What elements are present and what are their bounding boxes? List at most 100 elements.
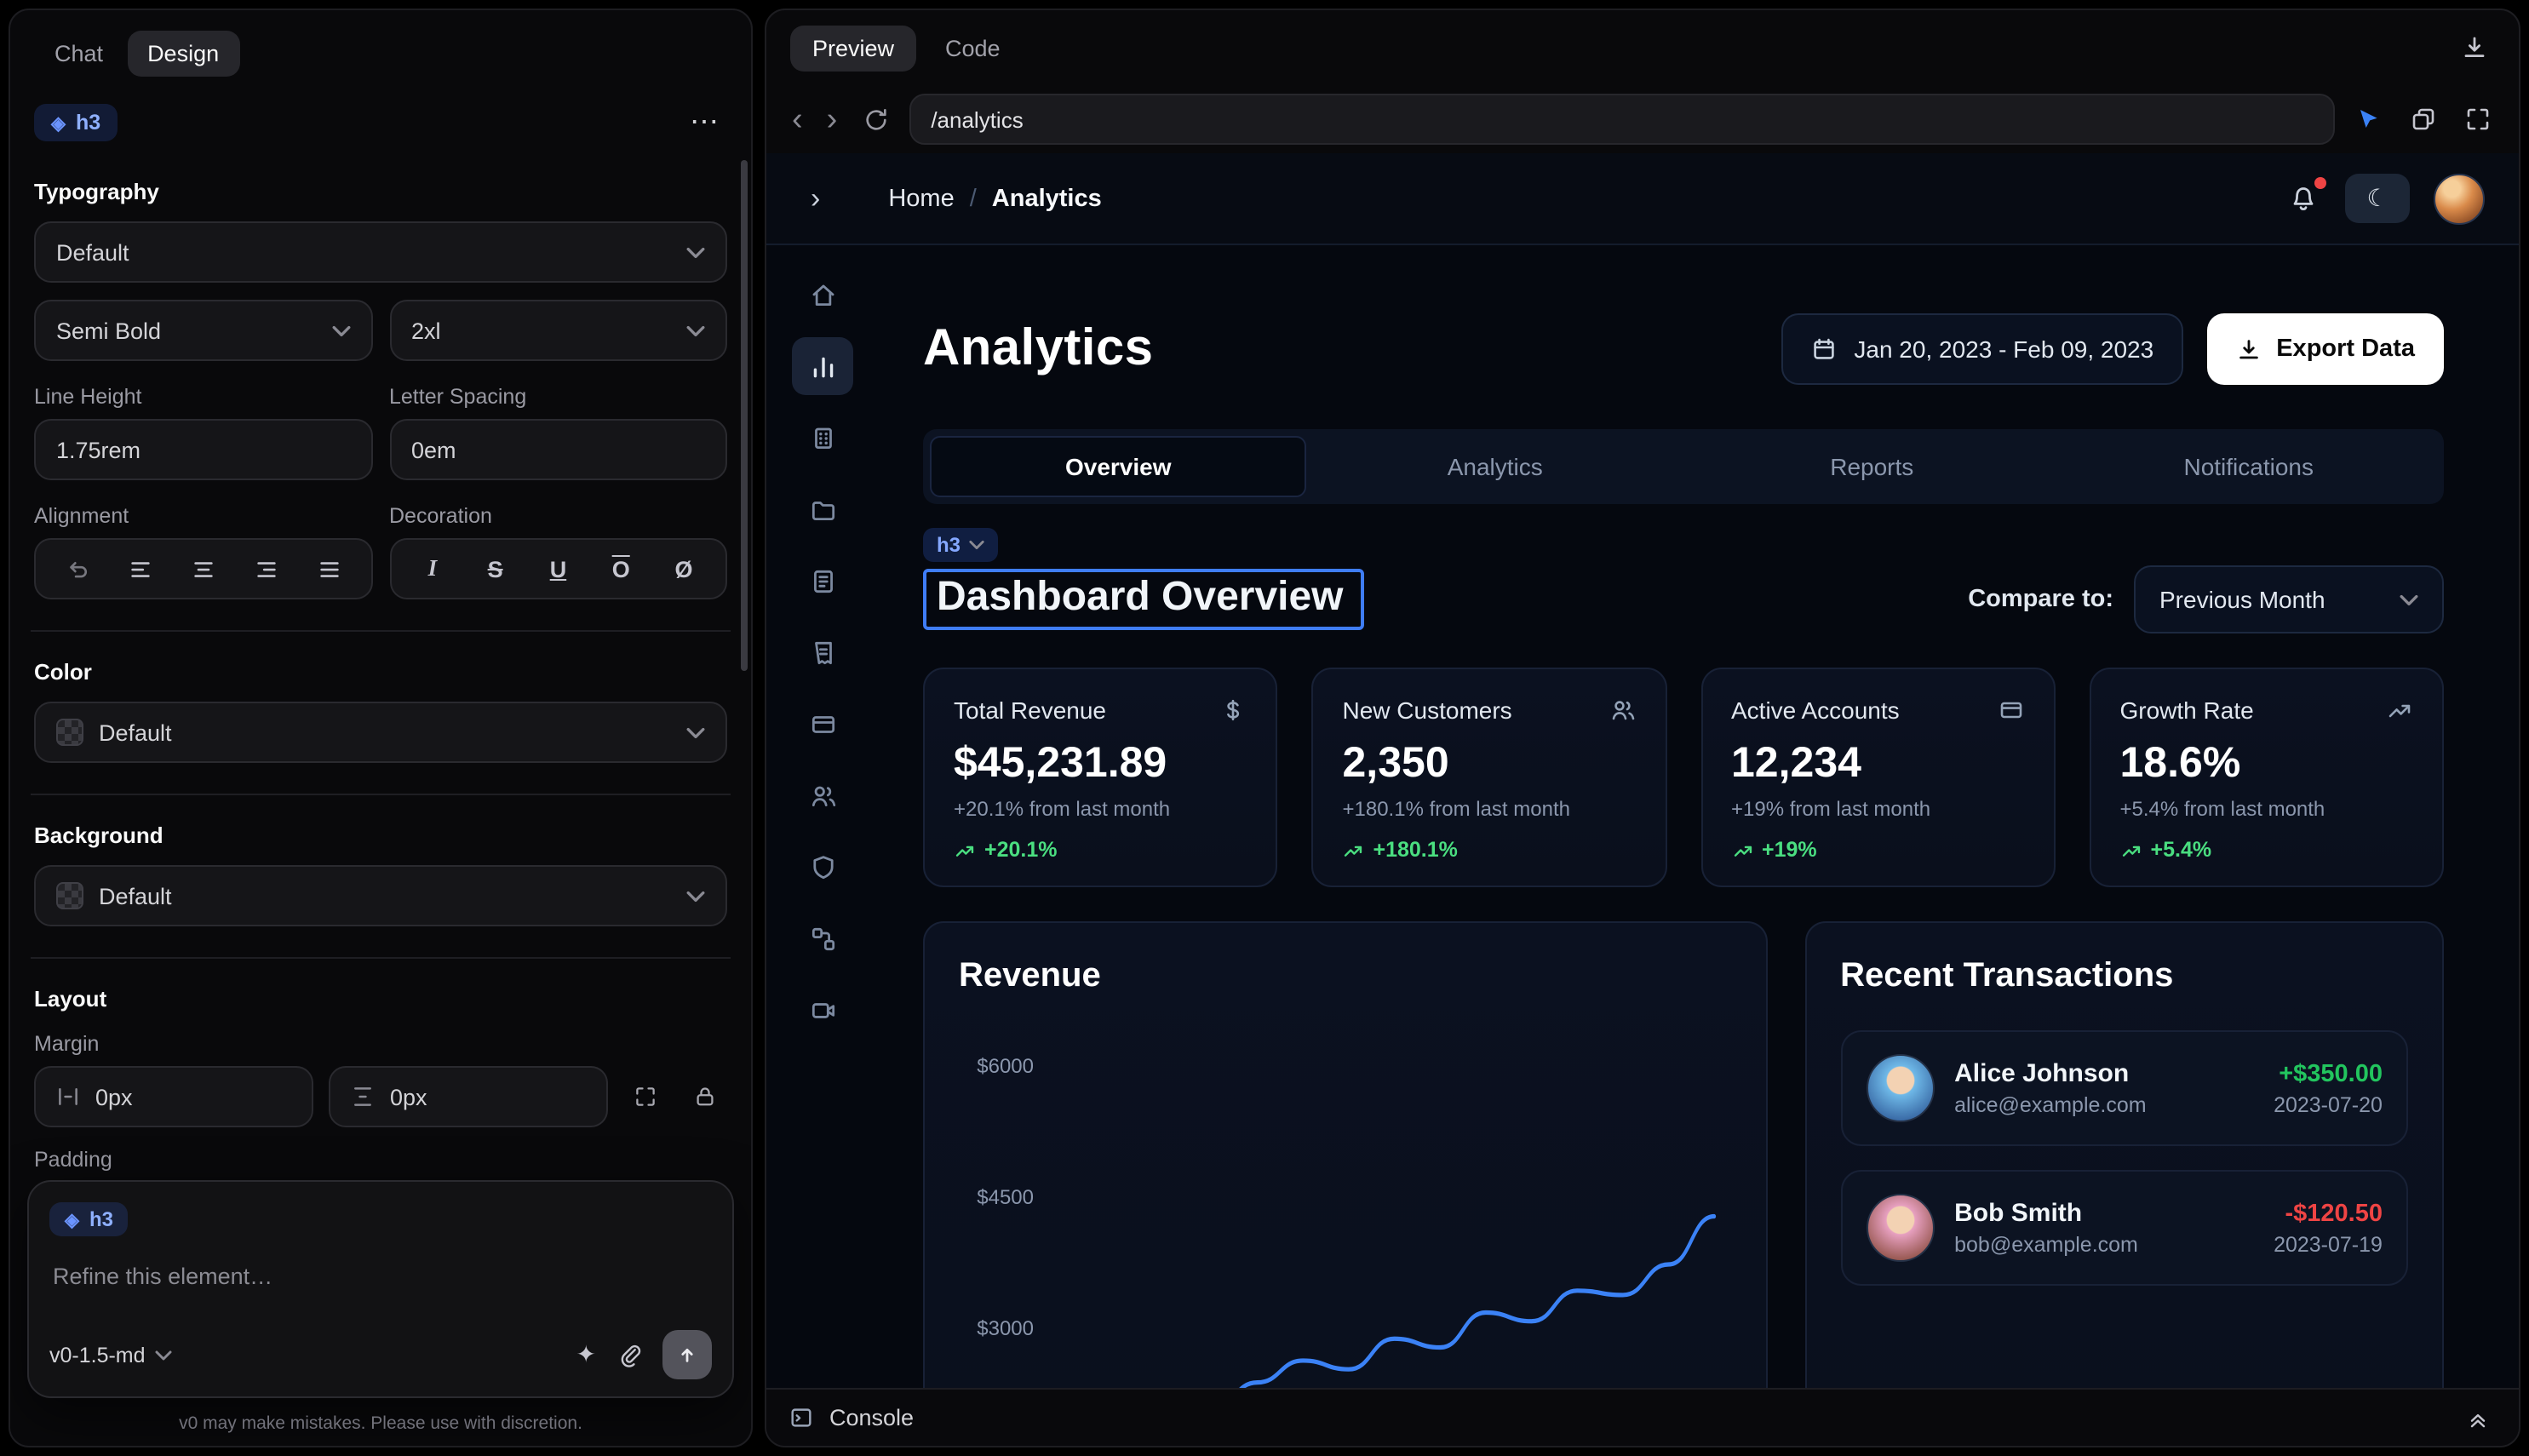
- background-select[interactable]: Default: [34, 865, 727, 926]
- font-family-select[interactable]: Default: [34, 221, 727, 283]
- bar-chart-icon: [808, 352, 837, 381]
- padding-label: Padding: [34, 1148, 727, 1172]
- more-options-button[interactable]: ⋯: [683, 106, 727, 140]
- tab-chat[interactable]: Chat: [34, 31, 123, 77]
- align-right-icon: [253, 556, 278, 582]
- sidebar-item-video[interactable]: [792, 981, 853, 1039]
- composer-element-badge[interactable]: ◈ h3: [49, 1202, 129, 1236]
- breadcrumb-home[interactable]: Home: [888, 185, 954, 212]
- underline-button[interactable]: U: [532, 545, 583, 593]
- url-input[interactable]: /analytics: [909, 94, 2335, 145]
- model-select[interactable]: v0-1.5-md: [49, 1343, 173, 1367]
- sidebar-item-members[interactable]: [792, 766, 853, 824]
- refresh-button[interactable]: [856, 100, 895, 139]
- margin-expand-button[interactable]: [623, 1068, 668, 1126]
- stat-delta-value: +19%: [1762, 838, 1817, 862]
- underline-icon: U: [550, 556, 567, 582]
- divider: [31, 794, 731, 795]
- margin-lock-button[interactable]: [683, 1068, 727, 1126]
- tab-code[interactable]: Code: [923, 25, 1023, 71]
- sidebar-item-projects[interactable]: [792, 480, 853, 538]
- align-left-button[interactable]: [115, 545, 166, 593]
- tab-notifications[interactable]: Notifications: [2061, 436, 2438, 497]
- sidebar-item-security[interactable]: [792, 838, 853, 896]
- transaction-date: 2023-07-20: [2274, 1092, 2383, 1116]
- forward-button[interactable]: ›: [822, 103, 843, 135]
- attach-file-button[interactable]: [616, 1342, 642, 1367]
- console-expand-button[interactable]: [2459, 1399, 2497, 1436]
- transactions-title: Recent Transactions: [1840, 957, 2408, 996]
- font-size-select[interactable]: 2xl: [389, 300, 727, 361]
- inspected-element-badge[interactable]: h3: [923, 528, 998, 562]
- selected-element-outline[interactable]: Dashboard Overview: [923, 569, 1364, 630]
- sidebar-toggle-button[interactable]: ›: [800, 181, 830, 215]
- download-button[interactable]: [2454, 27, 2495, 68]
- align-center-button[interactable]: [177, 545, 228, 593]
- tab-preview[interactable]: Preview: [790, 25, 916, 71]
- stat-value: 2,350: [1343, 739, 1637, 788]
- selected-element-badge[interactable]: ◈ h3: [34, 104, 118, 141]
- date-range-picker[interactable]: Jan 20, 2023 - Feb 09, 2023: [1781, 313, 2182, 385]
- enhance-prompt-button[interactable]: ✦: [576, 1340, 596, 1369]
- align-left-icon: [128, 556, 153, 582]
- revenue-line-svg: [1064, 1040, 1724, 1388]
- y-tick-label: $6000: [959, 1054, 1034, 1078]
- export-data-button[interactable]: Export Data: [2206, 313, 2444, 385]
- duplicate-button[interactable]: [2403, 99, 2444, 140]
- letter-spacing-input[interactable]: 0em: [389, 419, 727, 480]
- sidebar-item-payments[interactable]: [792, 695, 853, 753]
- sidebar-item-analytics[interactable]: [792, 337, 853, 395]
- align-right-button[interactable]: [240, 545, 291, 593]
- transaction-row[interactable]: Bob Smith bob@example.com -$120.50 2023-…: [1840, 1170, 2408, 1286]
- font-weight-select[interactable]: Semi Bold: [34, 300, 372, 361]
- chevron-down-icon: [686, 726, 705, 738]
- preview-panel: Preview Code ‹ › /analytics › Home / Ana…: [765, 9, 2520, 1447]
- inspect-element-button[interactable]: [2348, 99, 2389, 140]
- italic-button[interactable]: I: [407, 545, 458, 593]
- sidebar-item-workflows[interactable]: [792, 909, 853, 967]
- sidebar-item-invoices[interactable]: [792, 623, 853, 681]
- url-value: /analytics: [931, 106, 1023, 132]
- stat-title: New Customers: [1343, 696, 1512, 724]
- chat-input[interactable]: Refine this element…: [53, 1264, 708, 1289]
- sidebar-item-home[interactable]: [792, 266, 853, 324]
- tab-analytics[interactable]: Analytics: [1307, 436, 1684, 497]
- moon-icon: ☾: [2366, 184, 2388, 213]
- theme-toggle-button[interactable]: ☾: [2345, 174, 2410, 223]
- margin-horizontal-input[interactable]: 0px: [34, 1066, 313, 1127]
- dollar-icon: [1220, 696, 1247, 724]
- overline-button[interactable]: O: [595, 545, 646, 593]
- sidebar-item-organization[interactable]: [792, 409, 853, 467]
- notifications-button[interactable]: [2279, 174, 2328, 223]
- reset-alignment-button[interactable]: [52, 545, 103, 593]
- align-justify-button[interactable]: [303, 545, 354, 593]
- tab-design[interactable]: Design: [127, 31, 239, 77]
- transaction-name: Alice Johnson: [1954, 1059, 2253, 1088]
- console-label[interactable]: Console: [829, 1405, 914, 1430]
- tab-overview[interactable]: Overview: [930, 436, 1307, 497]
- strikethrough-button[interactable]: S: [470, 545, 521, 593]
- layout-heading: Layout: [34, 986, 727, 1012]
- panel-scrollbar[interactable]: [741, 160, 748, 671]
- y-tick-label: $3000: [959, 1316, 1034, 1340]
- line-height-input[interactable]: 1.75rem: [34, 419, 372, 480]
- font-family-value: Default: [56, 239, 129, 265]
- transaction-email: bob@example.com: [1954, 1233, 2253, 1257]
- margin-vertical-input[interactable]: 0px: [329, 1066, 608, 1127]
- color-select[interactable]: Default: [34, 702, 727, 763]
- transaction-row[interactable]: Alice Johnson alice@example.com +$350.00…: [1840, 1030, 2408, 1146]
- user-avatar[interactable]: [2434, 173, 2485, 224]
- fullscreen-button[interactable]: [2457, 99, 2498, 140]
- back-button[interactable]: ‹: [787, 103, 808, 135]
- send-button[interactable]: [662, 1330, 712, 1379]
- compare-select[interactable]: Previous Month: [2134, 565, 2444, 633]
- stat-card-total-revenue: Total Revenue $45,231.89 +20.1% from las…: [923, 668, 1278, 887]
- chevron-down-icon: [331, 324, 350, 336]
- sidebar-item-notes[interactable]: [792, 552, 853, 610]
- app-header: › Home / Analytics ☾: [766, 153, 2519, 245]
- transaction-amount: -$120.50: [2274, 1200, 2383, 1227]
- stat-subtext: +19% from last month: [1731, 797, 2025, 821]
- clear-decoration-button[interactable]: Ø: [658, 545, 709, 593]
- tab-reports[interactable]: Reports: [1683, 436, 2061, 497]
- revenue-chart-card: Revenue $6000 $4500 $3000: [923, 921, 1767, 1388]
